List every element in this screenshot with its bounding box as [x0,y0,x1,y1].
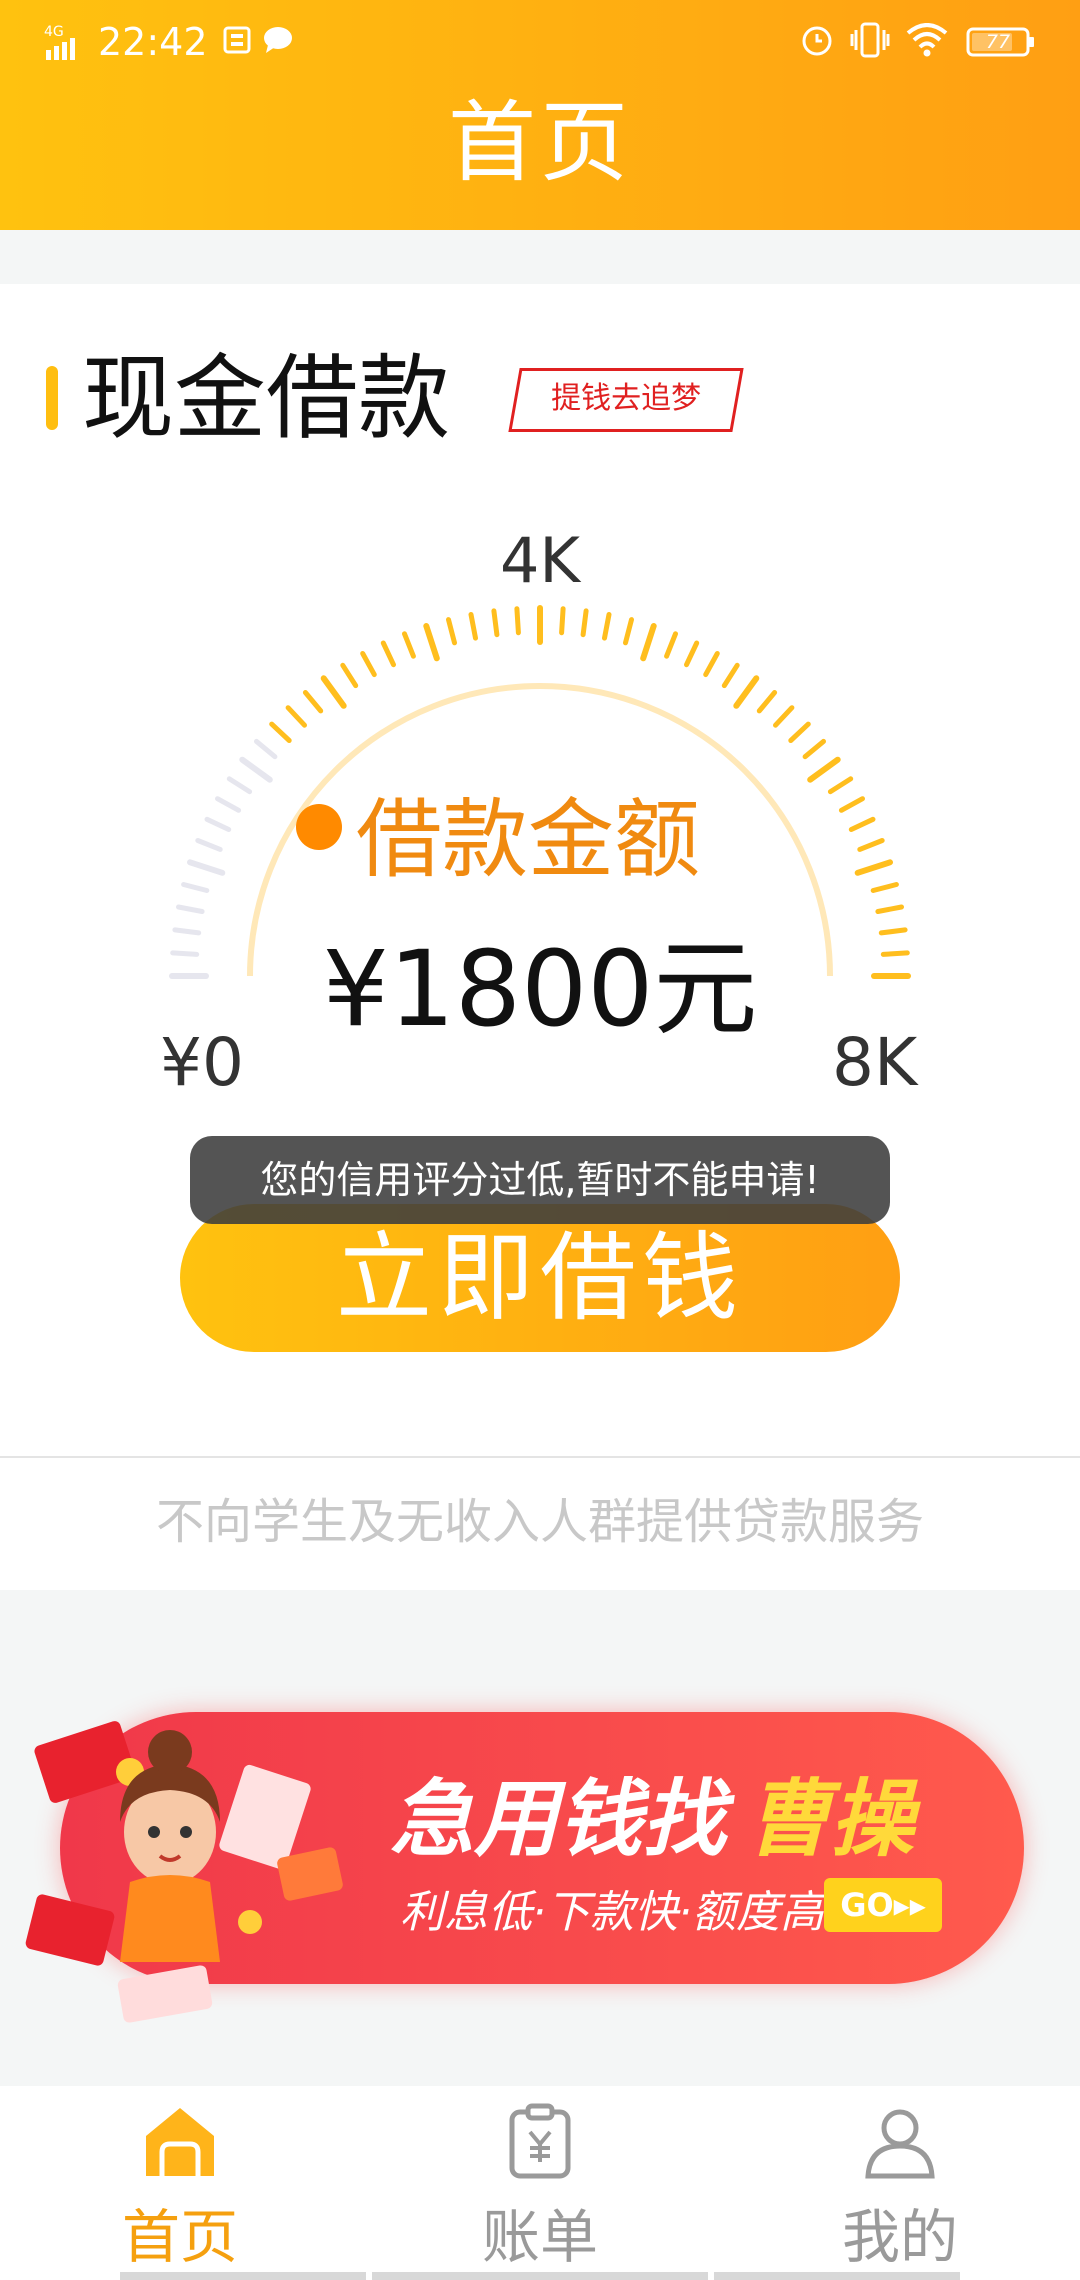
toast-message: 您的信用评分过低,暂时不能申请! [190,1136,890,1224]
disclaimer-area: 不向学生及无收入人群提供贷款服务 [0,1456,1080,1590]
gauge-tick [580,608,589,638]
gauge-tick [360,651,377,678]
divider [0,1456,1080,1458]
section-title: 现金借款 [82,345,451,452]
gauge-tick [773,705,795,728]
banner-subtitle: 利息低·下款快·额度高 [400,1887,824,1938]
gauge-tick [802,738,826,760]
gauge-tick [239,756,273,783]
gauge-tick [468,612,478,641]
gauge-tick [491,608,500,638]
gauge-tick [423,623,440,662]
tab-home-label: 首页 [121,2203,238,2271]
tab-home[interactable]: 首页 [0,2086,360,2280]
gauge-tick [857,838,885,852]
gauge-tick [788,721,811,743]
gauge-tick [602,612,612,641]
gauge-tick [204,816,232,832]
tab-indicator-home [120,2272,366,2280]
page-title: 首页 [447,91,632,194]
gauge-tick [254,738,278,760]
status-time: 22:42 [98,20,208,64]
battery-level: 77 [985,31,1011,53]
gauge-tick [215,796,242,813]
banner-go-button[interactable]: GO▸▸ [824,1878,942,1932]
tab-indicator-mine [714,2272,960,2280]
network-type-label: 4G [44,24,64,40]
gauge-tick [187,859,226,876]
chat-bubble-icon [262,25,294,59]
tab-bills-label: 账单 [481,2203,598,2271]
app-header: 4G 22:42 77 首页 [0,0,1080,230]
gauge-tick [226,776,253,795]
gauge-tick [302,690,324,714]
gauge-min-label: ¥0 [160,1024,244,1101]
status-bar: 4G 22:42 77 [0,0,1080,80]
gauge-tick [838,796,865,813]
slogan-tag: 提钱去追梦 [508,368,744,432]
status-right: 77 [800,14,1036,70]
gauge-tick [684,640,700,668]
tab-mine[interactable]: 我的 [720,2086,1080,2280]
gauge-tick [559,606,566,636]
gauge-tick [380,640,396,668]
signal-icon: 4G [44,22,88,62]
gauge-tick [807,756,841,783]
gauge-tick [640,623,657,662]
gauge-tick [402,631,416,659]
gauge-tick [320,675,347,709]
alarm-icon [800,23,834,61]
gauge-tick [756,690,778,714]
bill-icon [509,2103,571,2179]
gauge-tick [848,816,876,832]
section-accent-bar [46,366,58,430]
gauge-tick [733,675,760,709]
loan-card: 现金借款 提钱去追梦 4K 借款金额 ¥1800元 ¥0 8K 立即借钱 [0,284,1080,1456]
gauge-tick [721,662,740,689]
gauge-tick [827,776,854,795]
gauge-tick [340,662,359,689]
gauge-tick [870,882,899,893]
amount-indicator-dot [296,804,342,850]
slogan-text: 提钱去追梦 [551,381,702,416]
wifi-icon [906,23,948,61]
gauge-tick [514,606,521,636]
tab-bills[interactable]: 账单 [360,2086,720,2280]
gauge-tick [181,882,210,893]
gauge-tick [269,721,292,743]
status-left: 4G 22:42 [44,14,294,70]
profile-icon [865,2109,935,2179]
notification-app-icon [222,25,252,59]
banner-title-highlight: 曹操 [746,1770,915,1868]
battery-icon: 77 [966,26,1036,58]
borrow-now-button[interactable]: 立即借钱 [180,1204,900,1352]
tab-indicator-bills [372,2272,708,2280]
gauge-tick [664,631,678,659]
gauge-tick [854,859,893,876]
banner-illustration [25,1721,343,2023]
vibrate-icon [850,22,890,62]
gauge-tick [703,651,720,678]
tab-mine-label: 我的 [841,2203,958,2271]
gauge-tick [195,838,223,852]
gauge-tick [446,617,457,646]
gauge-tick [623,617,634,646]
disclaimer-text: 不向学生及无收入人群提供贷款服务 [155,1494,924,1550]
banner-title: 急用钱找 [390,1770,727,1868]
gauge-max-label: 8K [832,1024,918,1101]
amount-label: 借款金额 [356,790,700,890]
home-icon [146,2108,214,2176]
bottom-tab-bar: 首页 账单 我的 [0,2086,1080,2280]
gauge-tick [285,705,307,728]
promo-banner[interactable]: 急用钱找 曹操 利息低·下款快·额度高 GO▸▸ [25,1712,1024,2023]
